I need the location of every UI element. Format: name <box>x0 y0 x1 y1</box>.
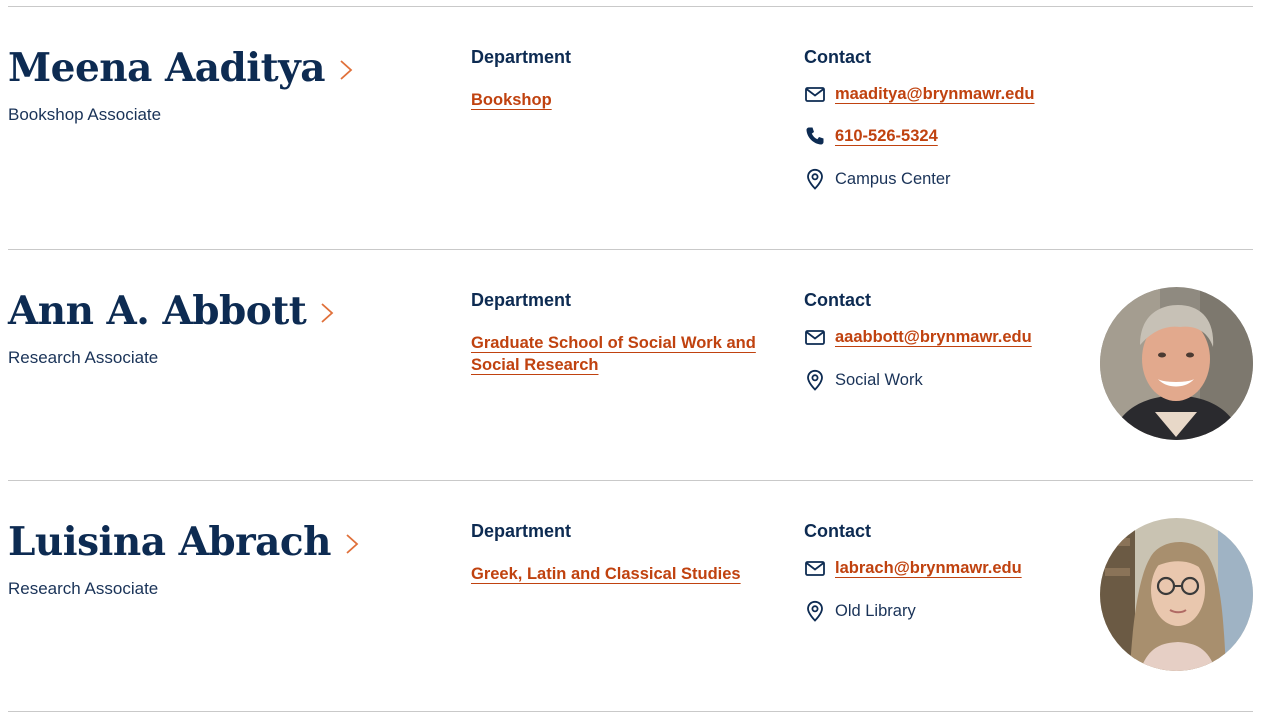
person-card: Luisina Abrach Research Associate Depart… <box>8 481 1253 711</box>
contact-heading: Contact <box>804 290 871 310</box>
headshot-older-woman-short-gray-hair <box>1100 287 1253 440</box>
map-pin-icon <box>807 600 823 622</box>
headshot-woman-long-hair-glasses <box>1100 518 1253 671</box>
location-text: Campus Center <box>835 169 951 188</box>
contact-location-row: Campus Center <box>804 167 951 191</box>
email-link[interactable]: maaditya@brynmawr.edu <box>835 85 1035 104</box>
person-card: Ann A. Abbott Research Associate Departm… <box>8 250 1253 480</box>
chevron-right-icon[interactable] <box>339 59 353 81</box>
mail-icon <box>805 87 825 102</box>
mail-icon <box>805 561 825 576</box>
person-name[interactable]: Ann A. Abbott <box>8 288 307 334</box>
contact-phone-row: 610-526-5324 <box>804 124 938 148</box>
department-link[interactable]: Graduate School of Social Work and Socia… <box>471 332 761 376</box>
person-title: Bookshop Associate <box>8 105 162 124</box>
department-heading: Department <box>471 521 572 541</box>
contact-location-row: Old Library <box>804 599 916 623</box>
map-pin-icon <box>807 369 823 391</box>
person-profile-link[interactable]: Luisina Abrach <box>8 519 359 565</box>
location-text: Social Work <box>835 370 923 389</box>
contact-email-row: maaditya@brynmawr.edu <box>804 82 1035 106</box>
department-link[interactable]: Bookshop <box>471 89 761 111</box>
person-profile-link[interactable]: Meena Aaditya <box>8 45 353 91</box>
map-pin-icon <box>807 168 823 190</box>
department-heading: Department <box>471 47 572 67</box>
email-link[interactable]: labrach@brynmawr.edu <box>835 559 1022 578</box>
person-name[interactable]: Meena Aaditya <box>8 45 326 91</box>
contact-heading: Contact <box>804 47 871 67</box>
contact-email-row: aaabbott@brynmawr.edu <box>804 325 1032 349</box>
contact-heading: Contact <box>804 521 871 541</box>
contact-location-row: Social Work <box>804 368 923 392</box>
divider <box>8 711 1253 712</box>
department-heading: Department <box>471 290 572 310</box>
person-card: Meena Aaditya Bookshop Associate Departm… <box>8 7 1253 249</box>
person-photo <box>1100 518 1253 671</box>
location-text: Old Library <box>835 601 916 620</box>
phone-icon <box>806 127 824 145</box>
email-link[interactable]: aaabbott@brynmawr.edu <box>835 328 1032 347</box>
person-profile-link[interactable]: Ann A. Abbott <box>8 288 334 334</box>
department-link[interactable]: Greek, Latin and Classical Studies <box>471 563 761 585</box>
staff-directory-list: Meena Aaditya Bookshop Associate Departm… <box>8 6 1253 712</box>
mail-icon <box>805 330 825 345</box>
chevron-right-icon[interactable] <box>320 302 334 324</box>
person-name[interactable]: Luisina Abrach <box>8 519 332 565</box>
contact-email-row: labrach@brynmawr.edu <box>804 556 1022 580</box>
phone-link[interactable]: 610-526-5324 <box>835 127 938 146</box>
chevron-right-icon[interactable] <box>345 533 359 555</box>
person-title: Research Associate <box>8 579 159 598</box>
person-photo <box>1100 287 1253 440</box>
person-title: Research Associate <box>8 348 159 367</box>
